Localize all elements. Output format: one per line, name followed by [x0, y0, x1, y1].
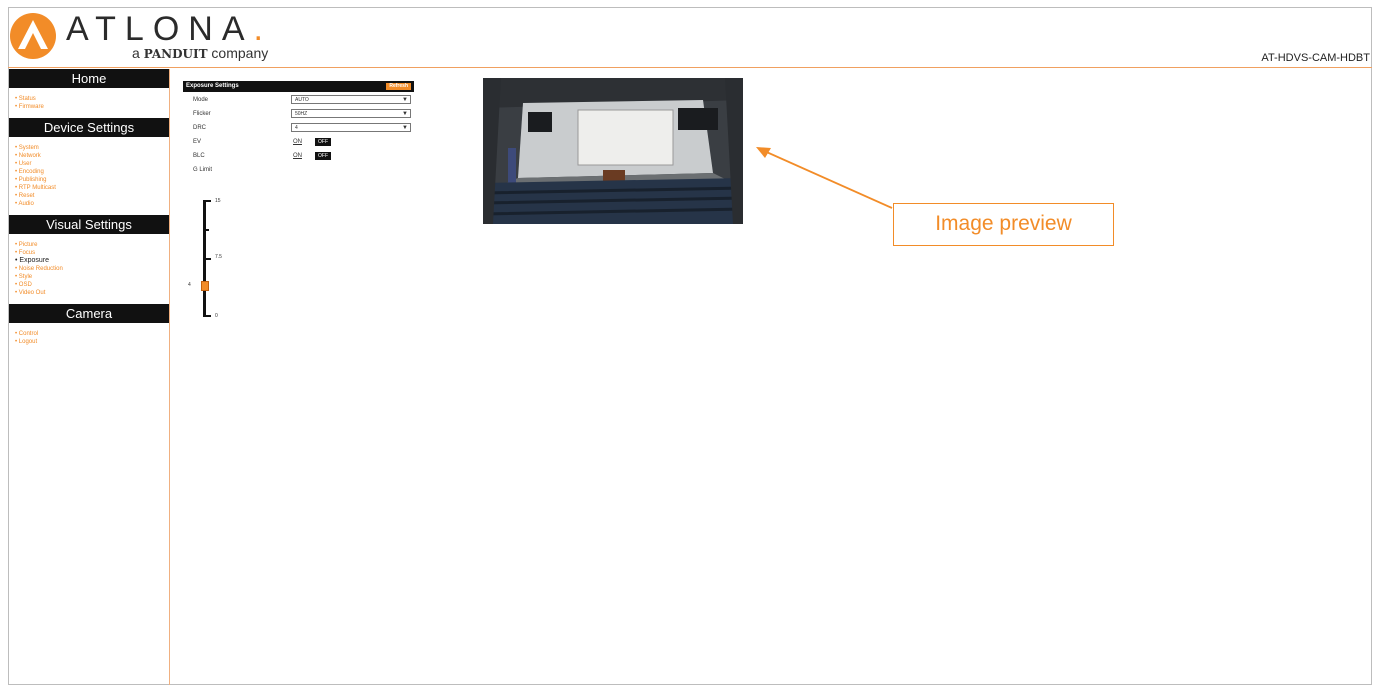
image-preview-callout: Image preview [893, 203, 1114, 246]
sidebar-item-logout[interactable]: Logout [15, 338, 169, 346]
panel-title: Exposure Settings [186, 83, 239, 89]
slider-mid-label: 7.5 [215, 254, 222, 260]
refresh-button[interactable]: Refresh [386, 83, 411, 90]
slider-min-label: 0 [215, 313, 218, 319]
sidebar: Home Status Firmware Device Settings Sys… [9, 69, 170, 685]
slider-tick-mid [203, 258, 211, 260]
sidebar-item-encoding[interactable]: Encoding [15, 168, 169, 176]
blc-label: BLC [193, 153, 205, 159]
mode-label: Mode [193, 97, 209, 103]
sidebar-item-picture[interactable]: Picture [15, 241, 169, 249]
sidebar-item-firmware[interactable]: Firmware [15, 103, 169, 111]
device-model: AT-HDVS-CAM-HDBT [1261, 52, 1370, 64]
sidebar-item-video-out[interactable]: Video Out [15, 289, 169, 297]
slider-tick [203, 229, 209, 231]
sidebar-item-osd[interactable]: OSD [15, 281, 169, 289]
sidebar-item-noise-reduction[interactable]: Noise Reduction [15, 265, 169, 273]
panel-header: Exposure Settings Refresh [183, 81, 414, 92]
blc-off-button[interactable]: OFF [315, 152, 331, 160]
blc-row: BLC ON OFF [183, 151, 414, 162]
sidebar-item-exposure[interactable]: Exposure [15, 257, 169, 265]
sidebar-section-device-settings: Device Settings [9, 118, 169, 137]
sidebar-section-home: Home [9, 69, 169, 88]
slider-tick-min [203, 315, 211, 317]
exposure-settings-panel: Exposure Settings Refresh Mode AUTO ▼ Fli… [183, 81, 414, 176]
slider-handle[interactable] [201, 280, 209, 291]
sidebar-section-camera: Camera [9, 304, 169, 323]
glimit-label: G Limit [193, 167, 213, 173]
sidebar-item-focus[interactable]: Focus [15, 249, 169, 257]
sidebar-item-publishing[interactable]: Publishing [15, 176, 169, 184]
brand-tagline: a PANDUIT company [132, 45, 269, 61]
atlona-logo-icon [10, 13, 56, 59]
flicker-select[interactable]: 50HZ ▼ [291, 109, 411, 118]
image-preview [483, 78, 743, 224]
mode-row: Mode AUTO ▼ [183, 95, 414, 106]
callout-arrow-icon [756, 147, 893, 209]
brand-wordmark: ATLONA. [66, 10, 272, 48]
slider-current-label: 4 [188, 281, 191, 288]
header-divider [8, 67, 1372, 68]
sidebar-item-user[interactable]: User [15, 160, 169, 168]
sidebar-item-style[interactable]: Style [15, 273, 169, 281]
lecture-hall-preview-image [483, 78, 743, 224]
drc-label: DRC [193, 125, 206, 131]
sidebar-section-visual-settings: Visual Settings [9, 215, 169, 234]
ev-on-button[interactable]: ON [293, 139, 302, 145]
ev-off-button[interactable]: OFF [315, 138, 331, 146]
blc-on-button[interactable]: ON [293, 153, 302, 159]
flicker-label: Flicker [193, 111, 211, 117]
chevron-down-icon: ▼ [402, 125, 408, 131]
chevron-down-icon: ▼ [402, 111, 408, 117]
sidebar-item-network[interactable]: Network [15, 152, 169, 160]
glimit-slider[interactable]: 15 7.5 0 4 [188, 198, 240, 320]
ev-label: EV [193, 139, 202, 145]
sidebar-item-rtp-multicast[interactable]: RTP Multicast [15, 184, 169, 192]
glimit-row: G Limit [183, 165, 414, 176]
flicker-row: Flicker 50HZ ▼ [183, 109, 414, 120]
sidebar-item-audio[interactable]: Audio [15, 200, 169, 208]
chevron-down-icon: ▼ [402, 97, 408, 103]
ev-row: EV ON OFF [183, 137, 414, 148]
drc-row: DRC 4 ▼ [183, 123, 414, 134]
sidebar-item-reset[interactable]: Reset [15, 192, 169, 200]
slider-max-label: 15 [215, 198, 221, 204]
drc-select[interactable]: 4 ▼ [291, 123, 411, 132]
slider-tick-max [203, 200, 211, 202]
sidebar-item-control[interactable]: Control [15, 330, 169, 338]
mode-select[interactable]: AUTO ▼ [291, 95, 411, 104]
sidebar-item-status[interactable]: Status [15, 95, 169, 103]
sidebar-item-system[interactable]: System [15, 144, 169, 152]
